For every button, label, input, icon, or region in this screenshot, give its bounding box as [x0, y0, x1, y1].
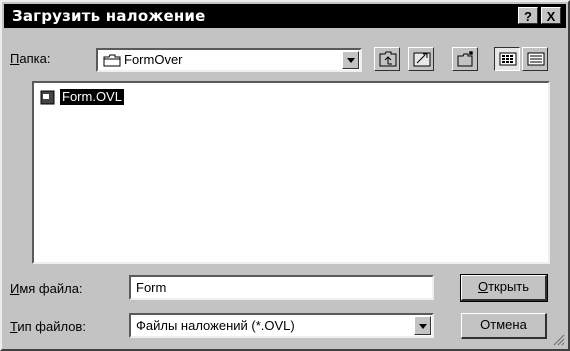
filename-value: Form [136, 280, 167, 295]
filetype-dropdown-button[interactable] [414, 316, 431, 335]
chevron-down-icon [419, 324, 427, 329]
file-name: Form.OVL [60, 89, 124, 105]
folder-dropdown-button[interactable] [342, 51, 359, 69]
filetype-label: Тип файлов: [10, 319, 86, 334]
folder-icon [103, 54, 121, 67]
help-button[interactable]: ? [518, 7, 538, 24]
folder-value: FormOver [124, 52, 183, 67]
desktop-button[interactable] [408, 47, 434, 71]
up-folder-icon [379, 51, 397, 67]
new-folder-icon [457, 51, 473, 67]
desktop-icon [413, 52, 431, 67]
cancel-button[interactable]: Отмена [461, 313, 547, 339]
list-view-button[interactable] [494, 47, 520, 71]
new-folder-button[interactable] [452, 47, 478, 71]
filetype-value: Файлы наложений (*.OVL) [136, 318, 295, 333]
close-button[interactable]: X [541, 7, 561, 24]
filename-label: Имя файла: [10, 281, 83, 296]
chevron-down-icon [347, 58, 355, 63]
filetype-combobox[interactable]: Файлы наложений (*.OVL) [129, 313, 434, 338]
file-icon [40, 90, 55, 105]
up-folder-button[interactable] [374, 47, 400, 71]
resize-grip-icon[interactable] [553, 334, 565, 346]
title-bar[interactable]: Загрузить наложение ? X [4, 4, 566, 28]
folder-label: Папка: [10, 51, 51, 66]
file-list[interactable]: Form.OVL [32, 81, 550, 264]
window-title: Загрузить наложение [12, 7, 206, 25]
details-view-icon [527, 52, 545, 66]
folder-combobox[interactable]: FormOver [96, 48, 362, 72]
open-button[interactable]: Открыть [460, 274, 548, 302]
filename-input[interactable]: Form [129, 275, 434, 300]
list-view-icon [499, 52, 517, 66]
load-overlay-dialog: Загрузить наложение ? X Папка: FormOver [0, 0, 570, 351]
details-view-button[interactable] [522, 47, 548, 71]
